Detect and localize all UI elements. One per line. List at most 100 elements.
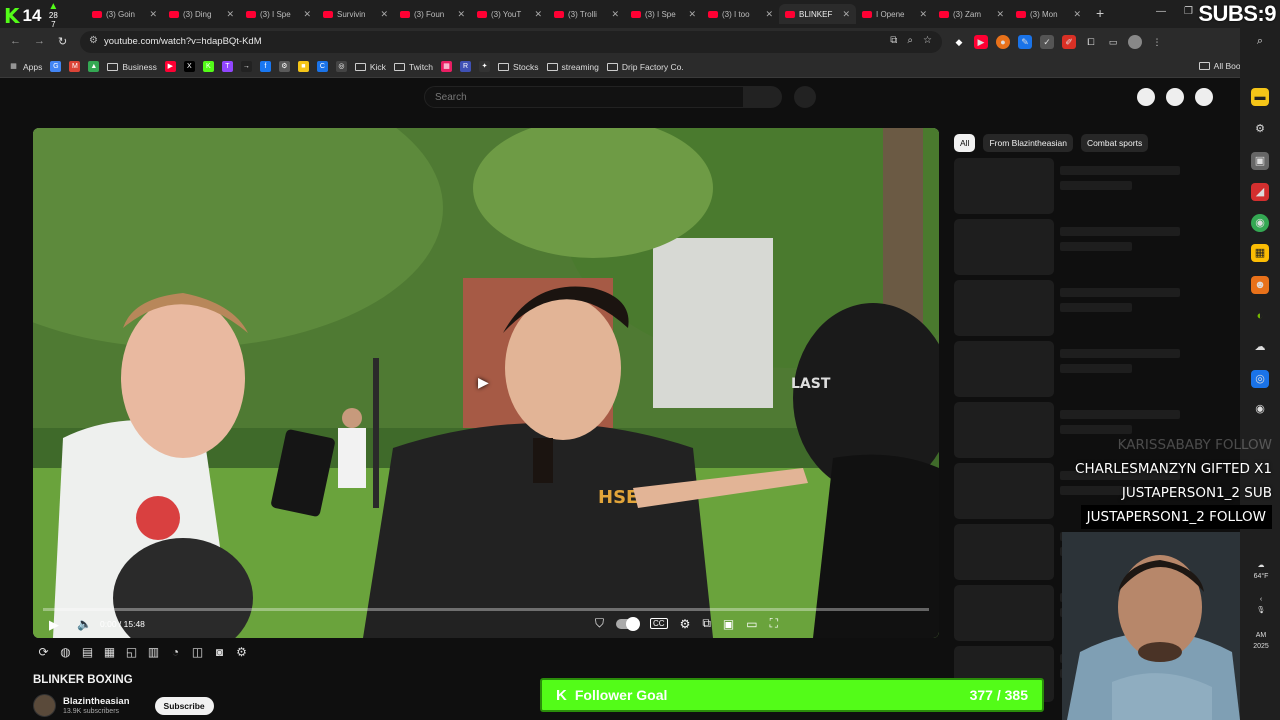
filter-chip[interactable]: All [954,134,976,152]
youtube-search-input[interactable]: Search [424,86,744,108]
channel-name[interactable]: Blazintheasian [63,696,130,707]
chevron-left-icon[interactable]: ‹ [1244,594,1278,605]
bookmark-item[interactable]: ◎ [335,61,347,72]
cinema-icon[interactable]: ▦ [102,645,117,659]
resize-icon[interactable]: ◱ [124,645,139,659]
close-tab-icon[interactable]: ✕ [380,9,388,20]
bookmark-item[interactable]: X [183,61,195,72]
browser-tab[interactable]: (3) I Spe ✕ [625,4,702,24]
audio-wave-icon[interactable]: ◍ [58,645,73,659]
bookmark-item[interactable]: ■ [297,61,309,72]
captions-icon[interactable]: CC [650,618,668,629]
sidebar-files-icon[interactable]: ▬ [1251,88,1269,106]
close-tab-icon[interactable]: ✕ [303,9,311,20]
close-tab-icon[interactable]: ✕ [765,9,773,20]
reload-icon[interactable]: ↻ [58,35,67,48]
volume-icon[interactable]: 🔈 [77,617,92,631]
zoom-icon[interactable]: ⌕ [907,35,913,46]
bookmark-item[interactable]: ▶ [164,61,176,72]
browser-tab[interactable]: (3) I Spe ✕ [240,4,317,24]
filter-chip[interactable]: From Blazintheasian [983,134,1073,152]
close-tab-icon[interactable]: ✕ [149,9,157,20]
fullscreen-icon[interactable]: ⛶ [770,616,778,631]
settings-gear-icon[interactable]: ⚙ [1251,120,1269,138]
back-icon[interactable]: ← [10,35,21,47]
new-tab-button[interactable]: + [1096,5,1104,21]
close-tab-icon[interactable]: ✕ [611,9,619,20]
bookmark-item[interactable]: Drip Factory Co. [606,62,684,72]
close-tab-icon[interactable]: ✕ [226,9,234,20]
extension-youtube-icon[interactable]: ▶ [974,35,988,49]
extension-orange-icon[interactable]: ● [996,35,1010,49]
bookmark-item[interactable]: R [460,61,472,72]
extension-red-icon[interactable]: ✐ [1062,35,1076,49]
bookmark-item[interactable]: Kick [354,62,386,72]
bookmark-item[interactable]: Business [107,62,157,72]
loop-icon[interactable]: ⟳ [36,645,51,659]
extension-blue-icon[interactable]: ✎ [1018,35,1032,49]
close-tab-icon[interactable]: ✕ [919,9,927,20]
mic-icon[interactable]: 🎙 [1244,605,1278,616]
bookmark-item[interactable]: → [240,61,252,72]
browser-menu-icon[interactable]: ⋮ [1150,35,1164,49]
sidebar-chrome-icon[interactable]: ◉ [1251,214,1269,232]
subscribe-button[interactable]: Subscribe [154,696,214,715]
sidebar-red-app-icon[interactable]: ◢ [1251,183,1269,201]
sidebar-grid-icon[interactable]: ▦ [1251,244,1269,262]
browser-tab[interactable]: BLINKEF ✕ [779,4,856,24]
open-in-app-icon[interactable]: ⧉ [890,35,897,46]
forward-icon[interactable]: → [34,35,45,47]
extension-diamond-icon[interactable]: ◆ [952,35,966,49]
theater-mode-icon[interactable]: ▭ [746,617,757,631]
autoplay-toggle[interactable] [616,616,641,631]
miniplayer-icon[interactable]: ⧉ [702,616,711,631]
sidebar-steam-icon[interactable]: ◎ [1251,370,1269,388]
profile-avatar[interactable] [1128,35,1142,49]
bookmark-item[interactable]: Stocks [498,62,539,72]
pip-icon[interactable]: ▣ [723,617,734,631]
browser-tab[interactable]: (3) Goin ✕ [86,4,163,24]
popup-icon[interactable]: ▥ [146,645,161,659]
site-info-icon[interactable]: ⚙ [89,35,98,46]
bookmark-item[interactable]: Twitch [393,62,433,72]
close-tab-icon[interactable]: ✕ [457,9,465,20]
create-button[interactable] [1137,88,1155,106]
sponsorblock-shield-icon[interactable]: ⛉ [595,616,604,631]
sidebar-cloud-icon[interactable]: ☁ [1251,338,1269,356]
screenshot-icon[interactable]: ◙ [212,645,227,659]
browser-tab[interactable]: (3) I too ✕ [702,4,779,24]
voice-search-button[interactable] [794,86,816,108]
bookmark-item[interactable]: streaming [546,62,599,72]
bookmark-star-icon[interactable]: ☆ [923,35,932,46]
bookmark-item[interactable]: ⚙ [278,61,290,72]
close-tab-icon[interactable]: ✕ [534,9,542,20]
address-url[interactable]: youtube.com/watch?v=hdapBQt-KdM [104,36,262,47]
sidebar-app-icon[interactable]: ▣ [1251,152,1269,170]
expand-icon[interactable]: ◫ [190,645,205,659]
youtube-search-button[interactable] [744,86,782,108]
bookmark-item[interactable]: T [221,61,233,72]
bookmark-item[interactable]: C [316,61,328,72]
search-icon[interactable]: ⌕ [1251,32,1269,50]
browser-tab[interactable]: (3) YouT ✕ [471,4,548,24]
speed-icon[interactable]: ◔ [168,645,183,659]
tab-search-icon[interactable]: ▭ [1106,35,1120,49]
bookmark-item[interactable]: ▦ [441,61,453,72]
extensions-puzzle-icon[interactable]: ⧠ [1084,35,1098,49]
bookmark-item[interactable]: M [69,61,81,72]
close-tab-icon[interactable]: ✕ [688,9,696,20]
bookmark-item[interactable]: ✦ [479,61,491,72]
sidebar-obs-icon[interactable]: ◉ [1251,400,1269,418]
video-progress-bar[interactable] [43,608,929,611]
bookmark-item[interactable]: K [202,61,214,72]
restore-icon[interactable]: ❐ [1184,6,1193,17]
extension-check-icon[interactable]: ✓ [1040,35,1054,49]
close-tab-icon[interactable]: ✕ [842,9,850,20]
account-avatar[interactable] [1195,88,1213,106]
browser-tab[interactable]: I Opene ✕ [856,4,933,24]
close-tab-icon[interactable]: ✕ [1073,9,1081,20]
browser-tab[interactable]: Survivin ✕ [317,4,394,24]
browser-tab[interactable]: (3) Trolli ✕ [548,4,625,24]
bookmark-item[interactable]: G [50,61,62,72]
browser-tab[interactable]: (3) Zam ✕ [933,4,1010,24]
